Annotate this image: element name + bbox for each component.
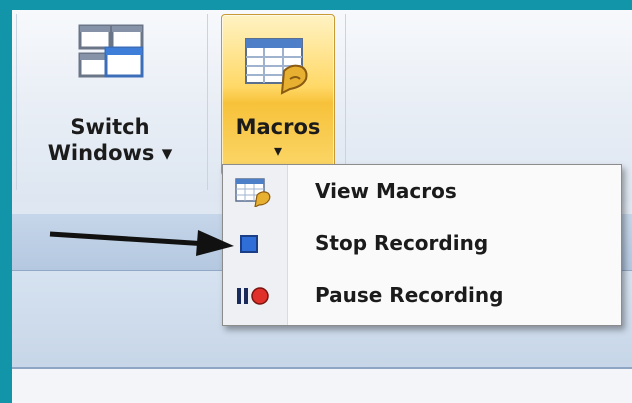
switch-windows-label-line2: Windows ▾: [47, 141, 173, 165]
view-macros-label: View Macros: [315, 179, 457, 203]
chevron-down-icon: ▾: [273, 141, 283, 160]
menu-item-pause-recording[interactable]: Pause Recording: [223, 271, 621, 321]
ribbon-separator: [16, 14, 17, 190]
macros-icon: [245, 38, 308, 95]
application-window: Switch Windows ▾ Macros ▾ View Macros St…: [12, 10, 632, 403]
switch-windows-label-line1: Switch: [70, 115, 150, 139]
switch-windows-icon: [78, 24, 144, 78]
macros-button[interactable]: Macros ▾: [221, 14, 335, 176]
menu-item-view-macros[interactable]: View Macros: [223, 167, 621, 217]
macros-dropdown-menu: View Macros Stop Recording Pause Recordi…: [222, 164, 622, 326]
pause-recording-label: Pause Recording: [315, 283, 504, 307]
stop-recording-label: Stop Recording: [315, 231, 489, 255]
annotation-arrow-icon: [49, 230, 234, 256]
macros-label: Macros: [235, 115, 321, 139]
switch-windows-button[interactable]: Switch Windows ▾: [26, 18, 194, 188]
ribbon-separator: [207, 14, 208, 190]
view-macros-icon: [235, 178, 271, 207]
pause-recording-icon: [237, 287, 269, 305]
stop-recording-icon: [240, 235, 258, 253]
document-area: [12, 369, 632, 403]
menu-item-stop-recording[interactable]: Stop Recording: [223, 219, 621, 269]
